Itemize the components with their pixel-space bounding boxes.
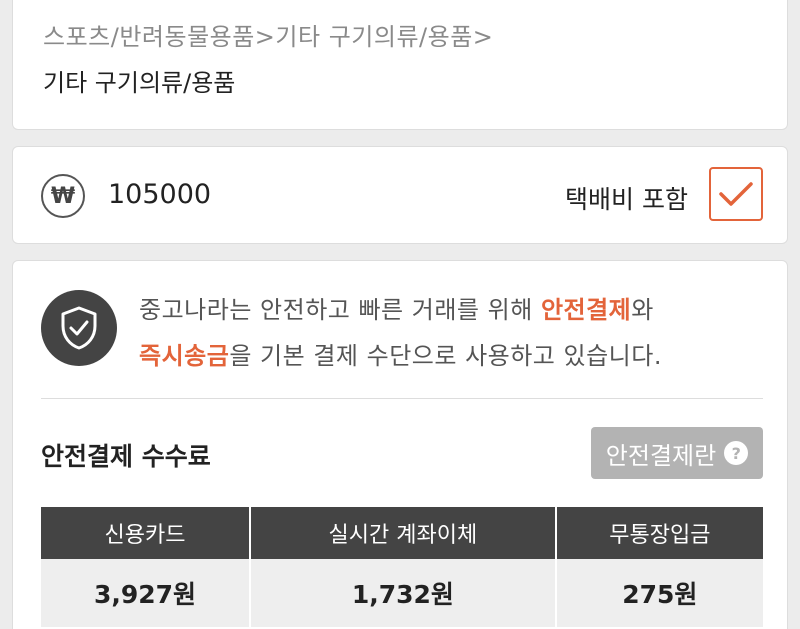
fee-header-bank-deposit: 무통장입금 [555,507,763,559]
fee-value-realtime-transfer: 1,732원 [250,559,557,627]
safe-payment-card: 중고나라는 안전하고 빠른 거래를 위해 안전결제와즉시송금을 기본 결제 수단… [12,260,788,629]
won-currency-icon: ₩ [41,174,85,218]
price-input[interactable]: 105000 [108,179,211,210]
shipping-included-label[interactable]: 택배비 포함 [565,180,688,216]
safe-payment-notice: 중고나라는 안전하고 빠른 거래를 위해 안전결제와즉시송금을 기본 결제 수단… [139,287,779,379]
category-breadcrumb[interactable]: 스포츠/반려동물용품>기타 구기의류/용품> [43,17,493,52]
fee-table-header-row: 신용카드 실시간 계좌이체 무통장입금 [41,507,763,559]
fee-header-credit-card: 신용카드 [41,507,252,559]
fee-title: 안전결제 수수료 [41,442,211,471]
info-button-label: 안전결제란 [605,441,717,470]
notice-text: 중고나라는 안전하고 빠른 거래를 위해 [139,296,541,324]
checkmark-icon [719,182,753,206]
notice-text: 와 [631,296,654,324]
notice-highlight-safe-payment: 안전결제 [540,296,632,324]
safe-payment-info-button[interactable]: 안전결제란 ? [591,427,763,479]
shipping-included-checkbox[interactable] [709,167,763,221]
notice-text: 을 기본 결제 수단으로 사용하고 있습니다. [229,342,662,370]
shield-check-icon [41,290,117,366]
notice-highlight-instant-transfer: 즉시송금 [139,342,230,370]
fee-value-bank-deposit: 275원 [555,559,763,627]
fee-table-value-row: 3,927원 1,732원 275원 [41,559,763,627]
price-card: ₩ 105000 택배비 포함 [12,146,788,244]
fee-value-credit-card: 3,927원 [41,559,252,627]
divider [41,398,763,399]
fee-header-realtime-transfer: 실시간 계좌이체 [250,507,557,559]
fee-table: 신용카드 실시간 계좌이체 무통장입금 3,927원 1,732원 275원 [41,507,763,627]
question-icon: ? [724,441,749,465]
category-card: 스포츠/반려동물용품>기타 구기의류/용품> 기타 구기의류/용품 [12,0,788,130]
category-name: 기타 구기의류/용품 [43,69,236,97]
